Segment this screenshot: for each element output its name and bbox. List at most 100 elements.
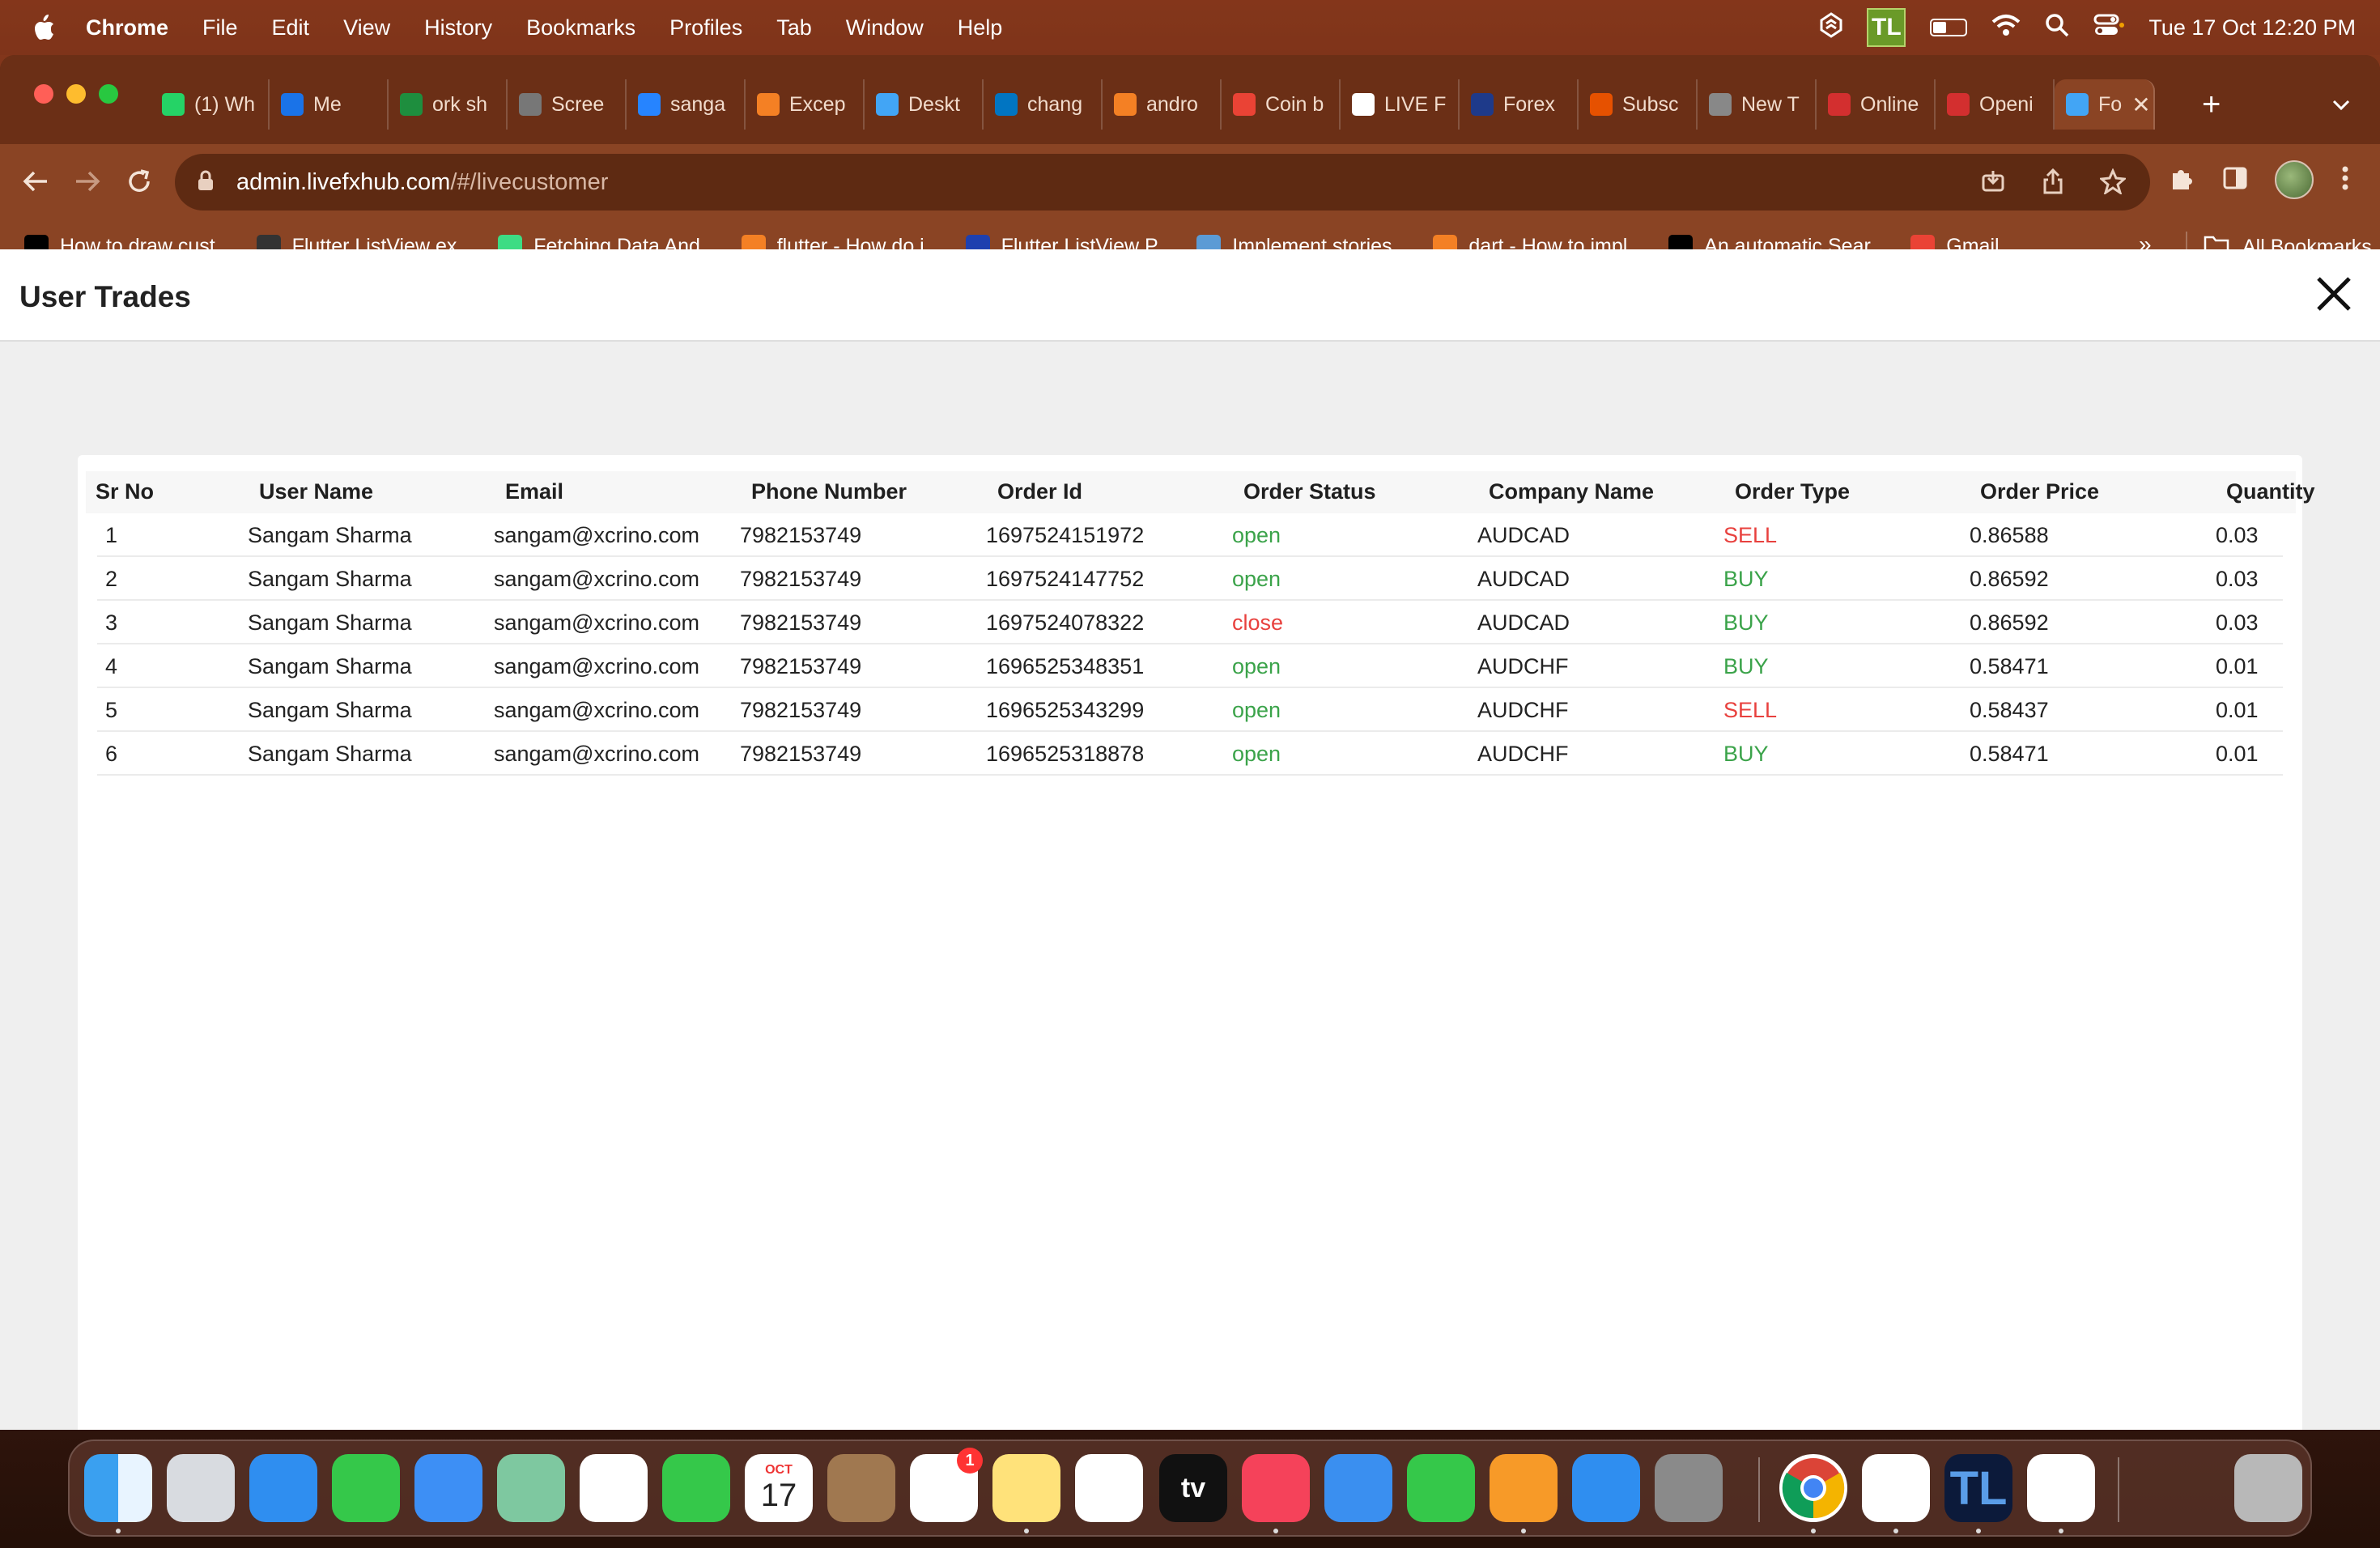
vpn-status-icon[interactable] — [1820, 11, 1842, 44]
table-row[interactable]: 2 Sangam Sharma sangam@xcrino.com 798215374… — [97, 557, 2283, 601]
spotlight-search-icon[interactable] — [2045, 13, 2069, 43]
freeform-icon[interactable] — [1075, 1454, 1143, 1522]
window-zoom-button[interactable] — [99, 84, 118, 104]
music-icon[interactable] — [1242, 1454, 1310, 1522]
calendar-icon[interactable]: OCT 17 — [745, 1454, 813, 1522]
app-store-icon[interactable] — [1572, 1454, 1640, 1522]
browser-tab[interactable]: andro — [1103, 79, 1222, 130]
table-row[interactable]: 1 Sangam Sharma sangam@xcrino.com 798215374… — [97, 513, 2283, 557]
column-header[interactable]: Phone Number — [751, 479, 907, 504]
xcode-icon[interactable] — [1862, 1454, 1930, 1522]
column-header[interactable]: User Name — [259, 479, 373, 504]
address-bar[interactable]: admin.livefxhub.com /#/livecustomer — [175, 154, 2150, 211]
menu-profiles[interactable]: Profiles — [669, 15, 742, 40]
browser-tab[interactable]: New T — [1698, 79, 1817, 130]
lock-icon[interactable] — [198, 170, 214, 195]
reload-button[interactable] — [118, 160, 160, 202]
extensions-puzzle-icon[interactable] — [2170, 165, 2195, 195]
column-header[interactable]: Order Type — [1735, 479, 1850, 504]
macos-dock: OCT 17 1 tv TL — [68, 1440, 2312, 1537]
back-button[interactable] — [15, 160, 57, 202]
browser-tab[interactable]: Online — [1817, 79, 1936, 130]
browser-tab[interactable]: Me — [270, 79, 389, 130]
menu-help[interactable]: Help — [958, 15, 1003, 40]
column-header[interactable]: Company Name — [1489, 479, 1654, 504]
forward-button[interactable] — [66, 160, 108, 202]
cell-type: BUY — [1723, 742, 1769, 766]
pages-icon[interactable] — [1490, 1454, 1558, 1522]
keynote-icon[interactable] — [1324, 1454, 1392, 1522]
side-panel-icon[interactable] — [2223, 167, 2247, 194]
browser-tab[interactable]: Excep — [746, 79, 865, 130]
browser-tab[interactable]: LIVE F — [1341, 79, 1460, 130]
apple-menu-icon[interactable] — [29, 13, 58, 42]
menu-bar-clock[interactable]: Tue 17 Oct 12:20 PM — [2148, 15, 2356, 40]
menu-edit[interactable]: Edit — [272, 15, 310, 40]
messages-icon[interactable] — [332, 1454, 400, 1522]
browser-tab[interactable]: chang — [984, 79, 1103, 130]
menu-file[interactable]: File — [202, 15, 238, 40]
table-row[interactable]: 6 Sangam Sharma sangam@xcrino.com 798215374… — [97, 732, 2283, 776]
menu-view[interactable]: View — [343, 15, 390, 40]
cell-qty: 0.03 — [2216, 610, 2259, 635]
browser-tab-active[interactable]: Fo ✕ — [2055, 79, 2155, 130]
cell-price: 0.86592 — [1970, 610, 2049, 635]
column-header[interactable]: Order Id — [997, 479, 1082, 504]
column-header[interactable]: Sr No — [96, 479, 154, 504]
tl-app-icon[interactable]: TL — [1944, 1454, 2012, 1522]
column-header[interactable]: Quantity — [2226, 479, 2315, 504]
mail-icon[interactable] — [414, 1454, 482, 1522]
downloads-stack-icon[interactable] — [2152, 1454, 2220, 1522]
tl-menu-extra[interactable]: TL — [1867, 8, 1906, 47]
profile-avatar[interactable] — [2275, 160, 2314, 199]
safari-icon[interactable] — [249, 1454, 317, 1522]
apple-tv-icon[interactable]: tv — [1159, 1454, 1227, 1522]
browser-tab[interactable]: sanga — [627, 79, 746, 130]
menu-window[interactable]: Window — [846, 15, 924, 40]
browser-tab[interactable]: Coin b — [1222, 79, 1341, 130]
tab-close-icon[interactable]: ✕ — [2131, 91, 2150, 118]
browser-tab[interactable]: Deskt — [865, 79, 984, 130]
dialog-close-icon[interactable] — [2315, 275, 2352, 313]
wifi-icon[interactable] — [1991, 14, 2021, 42]
menu-history[interactable]: History — [424, 15, 492, 40]
simulator-icon[interactable] — [2027, 1454, 2095, 1522]
chrome-icon[interactable] — [1779, 1454, 1847, 1522]
maps-icon[interactable] — [497, 1454, 565, 1522]
new-tab-button[interactable]: + — [2202, 84, 2221, 125]
contacts-icon[interactable] — [827, 1454, 895, 1522]
browser-tab[interactable]: Forex — [1460, 79, 1579, 130]
battery-icon[interactable] — [1930, 19, 1968, 36]
column-header[interactable]: Email — [505, 479, 563, 504]
finder-icon[interactable] — [84, 1454, 152, 1522]
install-app-icon[interactable] — [1977, 164, 2009, 199]
launchpad-icon[interactable] — [167, 1454, 235, 1522]
table-row[interactable]: 5 Sangam Sharma sangam@xcrino.com 798215374… — [97, 688, 2283, 732]
browser-tab[interactable]: ork sh — [389, 79, 508, 130]
control-center-icon[interactable] — [2093, 13, 2125, 43]
menu-bookmarks[interactable]: Bookmarks — [526, 15, 635, 40]
menu-tab[interactable]: Tab — [776, 15, 812, 40]
notes-icon[interactable] — [992, 1454, 1060, 1522]
facetime-icon[interactable] — [662, 1454, 730, 1522]
bookmark-star-icon[interactable] — [2097, 164, 2129, 199]
reminders-icon[interactable]: 1 — [910, 1448, 983, 1522]
trash-icon[interactable] — [2234, 1454, 2302, 1522]
browser-tab[interactable]: Scree — [508, 79, 627, 130]
browser-tab[interactable]: (1) Wh — [151, 79, 270, 130]
browser-tab[interactable]: Subsc — [1579, 79, 1698, 130]
table-row[interactable]: 4 Sangam Sharma sangam@xcrino.com 798215374… — [97, 644, 2283, 688]
photos-icon[interactable] — [580, 1454, 648, 1522]
window-minimize-button[interactable] — [66, 84, 86, 104]
menu-app-name[interactable]: Chrome — [86, 15, 168, 40]
tab-search-chevron-icon[interactable] — [2331, 92, 2351, 117]
system-settings-icon[interactable] — [1655, 1454, 1723, 1522]
window-close-button[interactable] — [34, 84, 53, 104]
chrome-menu-kebab-icon[interactable] — [2341, 165, 2349, 195]
table-row[interactable]: 3 Sangam Sharma sangam@xcrino.com 798215374… — [97, 601, 2283, 644]
browser-tab[interactable]: Openi — [1936, 79, 2055, 130]
column-header[interactable]: Order Status — [1243, 479, 1376, 504]
column-header[interactable]: Order Price — [1980, 479, 2099, 504]
numbers-icon[interactable] — [1407, 1454, 1475, 1522]
share-icon[interactable] — [2037, 164, 2069, 199]
